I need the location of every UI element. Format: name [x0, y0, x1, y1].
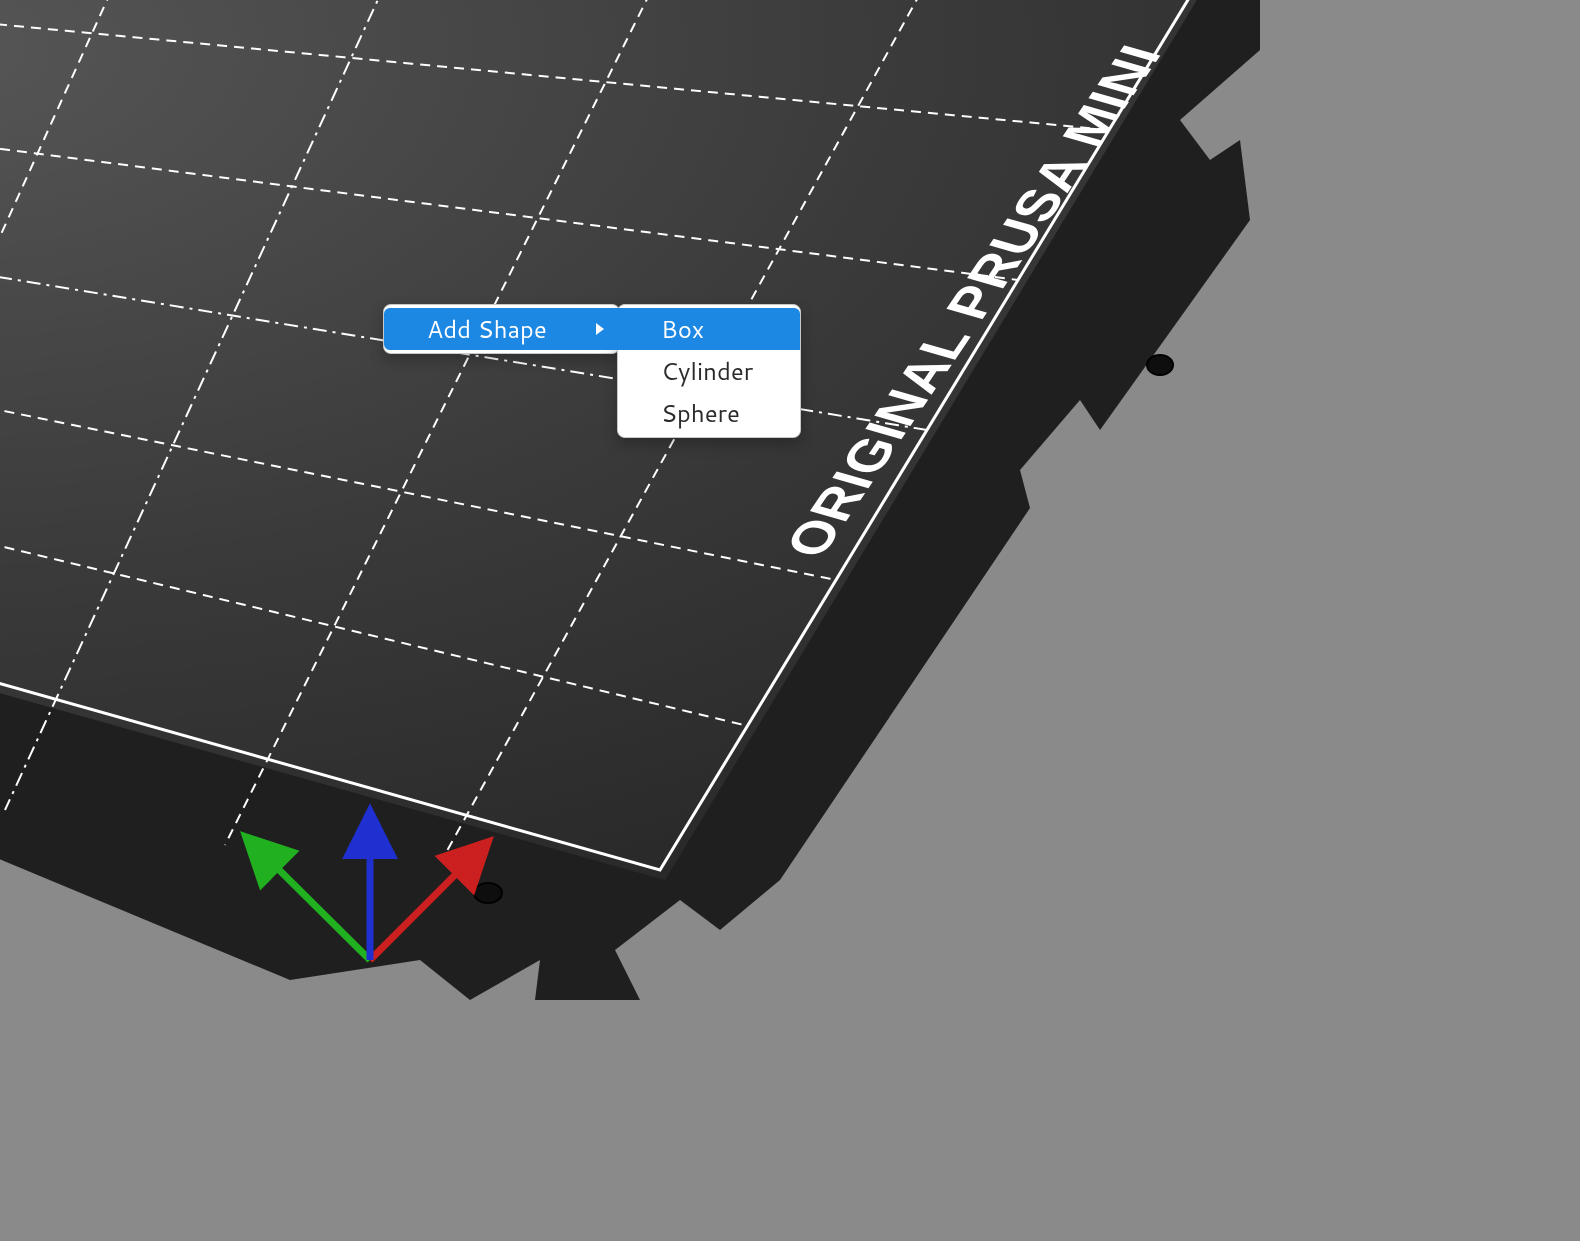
menu-item-box[interactable]: Box	[618, 308, 800, 350]
menu-item-label: Sphere	[661, 396, 740, 430]
viewport-3d[interactable]: ORIGINAL PRUSA MINI	[0, 0, 1580, 1241]
menu-item-label: Cylinder	[661, 354, 753, 388]
menu-item-add-shape[interactable]: Add Shape	[384, 308, 619, 350]
context-menu-panel: Add Shape	[383, 304, 620, 354]
submenu-add-shape: Box Cylinder Sphere	[617, 304, 801, 438]
menu-item-label: Add Shape	[427, 312, 547, 346]
menu-item-sphere[interactable]: Sphere	[618, 392, 800, 434]
menu-item-label: Box	[661, 312, 704, 346]
menu-item-cylinder[interactable]: Cylinder	[618, 350, 800, 392]
submenu-arrow-icon	[595, 322, 605, 336]
context-menu: Add Shape Box Cylinder Sphere	[383, 304, 801, 438]
